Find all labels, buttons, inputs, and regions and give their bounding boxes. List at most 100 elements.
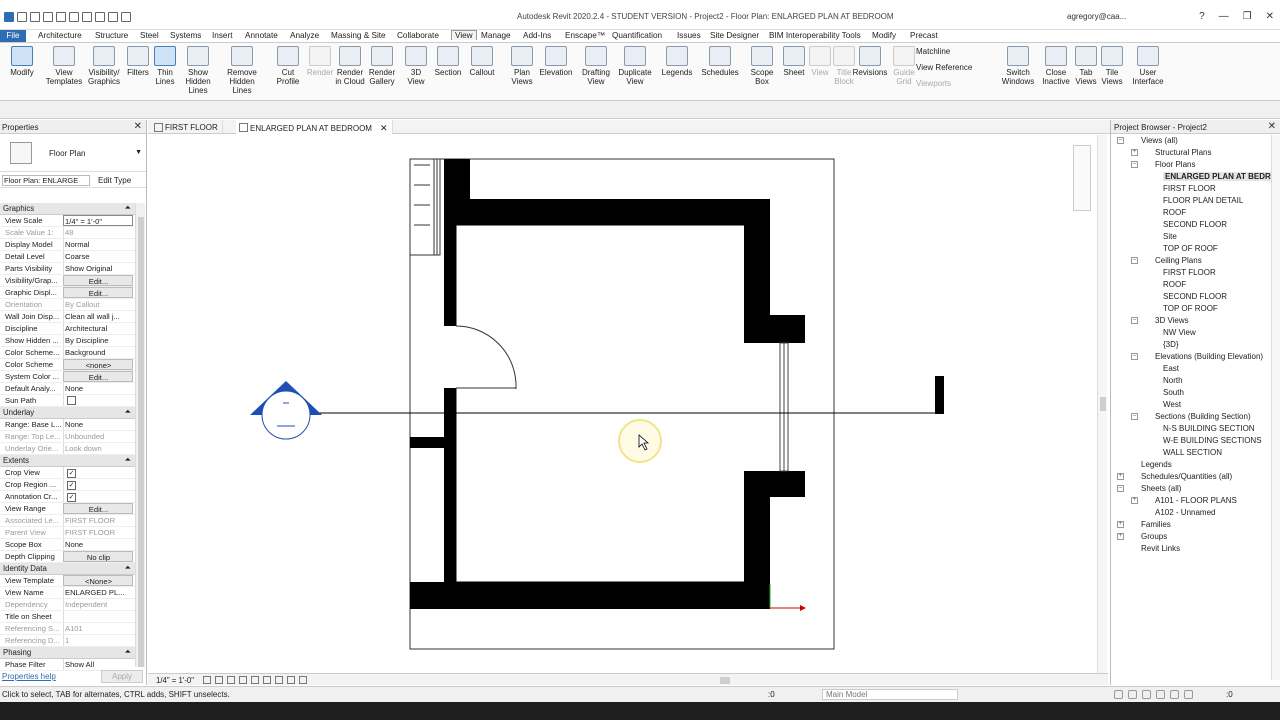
select-by-face-icon[interactable] xyxy=(1156,690,1165,699)
3d-view-icon[interactable] xyxy=(108,12,118,22)
redo-icon[interactable] xyxy=(56,12,66,22)
tab-issues[interactable]: Issues xyxy=(677,31,701,40)
view-scale[interactable]: 1/4" = 1'-0" xyxy=(156,676,194,685)
duplicate-view-button[interactable]: Duplicate View xyxy=(615,46,655,86)
property-edit-button[interactable]: <none> xyxy=(63,359,133,370)
browser-item[interactable]: + Groups xyxy=(1111,531,1271,543)
group-underlay[interactable]: Underlay ⏶ xyxy=(0,407,135,419)
property-value[interactable]: Normal xyxy=(63,239,133,250)
browser-item[interactable]: – Views (all) xyxy=(1111,135,1271,147)
browser-item[interactable]: WALL SECTION xyxy=(1111,447,1271,459)
remove-hidden-lines-button[interactable]: Remove Hidden Lines xyxy=(222,46,262,95)
browser-item[interactable]: ROOF xyxy=(1111,207,1271,219)
tab-bim-interoperability-tools[interactable]: BIM Interoperability Tools xyxy=(769,31,861,40)
drafting-view-button[interactable]: Drafting View xyxy=(576,46,616,86)
temporary-hide-icon[interactable] xyxy=(287,676,295,684)
tab-view[interactable]: View xyxy=(451,30,477,40)
selection-filter-icons[interactable] xyxy=(1114,690,1193,699)
browser-item[interactable]: Legends xyxy=(1111,459,1271,471)
expand-icon[interactable]: + xyxy=(1131,149,1138,156)
browser-scrollbar[interactable] xyxy=(1271,135,1280,680)
browser-item[interactable]: North xyxy=(1111,375,1271,387)
property-value[interactable]: None xyxy=(63,539,133,550)
browser-item[interactable]: W-E BUILDING SECTIONS xyxy=(1111,435,1271,447)
show-hidden-lines-button[interactable]: Show Hidden Lines xyxy=(178,46,218,95)
browser-item[interactable]: FLOOR PLAN DETAIL xyxy=(1111,195,1271,207)
property-value[interactable]: Architectural xyxy=(63,323,133,334)
callout-button[interactable]: Callout xyxy=(462,46,502,77)
tab-add-ins[interactable]: Add-Ins xyxy=(523,31,551,40)
drag-elements-icon[interactable] xyxy=(1170,690,1179,699)
crop-view-icon[interactable] xyxy=(251,676,259,684)
tab-modify[interactable]: Modify xyxy=(872,31,896,40)
browser-item[interactable]: SECOND FLOOR xyxy=(1111,291,1271,303)
browser-item[interactable]: + Families xyxy=(1111,519,1271,531)
browser-item[interactable]: A102 - Unnamed xyxy=(1111,507,1271,519)
view-control-icons[interactable] xyxy=(203,676,307,684)
property-value[interactable]: None xyxy=(63,383,133,394)
tab-systems[interactable]: Systems xyxy=(170,31,201,40)
collapse-icon[interactable]: ⏶ xyxy=(125,203,131,213)
schedules-button[interactable]: Schedules xyxy=(700,46,740,77)
tab-enlarged-plan[interactable]: ENLARGED PLAN AT BEDROOM ✕ xyxy=(236,120,393,134)
expand-icon[interactable]: + xyxy=(1117,521,1124,528)
instance-selector[interactable]: Floor Plan: ENLARGE xyxy=(2,175,90,186)
shadows-icon[interactable] xyxy=(239,676,247,684)
collapse-icon[interactable]: ⏶ xyxy=(125,407,131,417)
expand-icon[interactable]: + xyxy=(1117,533,1124,540)
expand-icon[interactable]: + xyxy=(1131,497,1138,504)
property-checkbox[interactable] xyxy=(63,479,133,490)
property-checkbox[interactable] xyxy=(63,395,133,406)
collapse-icon[interactable]: – xyxy=(1131,353,1138,360)
quick-access-toolbar[interactable] xyxy=(4,12,131,26)
collapse-icon[interactable]: – xyxy=(1117,485,1124,492)
browser-item[interactable]: Revit Links xyxy=(1111,543,1271,555)
group-extents[interactable]: Extents ⏶ xyxy=(0,455,135,467)
expand-icon[interactable]: + xyxy=(1117,473,1124,480)
browser-item[interactable]: NW View xyxy=(1111,327,1271,339)
maximize-icon[interactable]: ❐ xyxy=(1243,11,1252,22)
select-underlay-icon[interactable] xyxy=(1128,690,1137,699)
browser-item[interactable]: N-S BUILDING SECTION xyxy=(1111,423,1271,435)
browser-item[interactable]: –3D Views xyxy=(1111,315,1271,327)
browser-item[interactable]: – Floor Plans xyxy=(1111,159,1271,171)
revit-logo-icon[interactable] xyxy=(4,12,14,22)
group-identity-data[interactable]: Identity Data ⏶ xyxy=(0,563,135,575)
tab-first-floor[interactable]: FIRST FLOOR xyxy=(151,120,223,134)
legends-button[interactable]: Legends xyxy=(657,46,697,77)
browser-item[interactable]: ROOF xyxy=(1111,279,1271,291)
group-graphics[interactable]: Graphics ⏶ xyxy=(0,203,135,215)
close-icon[interactable]: ✕ xyxy=(380,123,388,133)
tab-annotate[interactable]: Annotate xyxy=(245,31,278,40)
user-interface-button[interactable]: User Interface xyxy=(1128,46,1168,86)
select-pinned-icon[interactable] xyxy=(1142,690,1151,699)
browser-item[interactable]: Site xyxy=(1111,231,1271,243)
tab-collaborate[interactable]: Collaborate xyxy=(397,31,439,40)
switch-windows-button[interactable]: Switch Windows xyxy=(998,46,1038,86)
browser-item[interactable]: West xyxy=(1111,399,1271,411)
save-icon[interactable] xyxy=(30,12,40,22)
browser-item[interactable]: TOP OF ROOF xyxy=(1111,243,1271,255)
property-edit-button[interactable]: Edit... xyxy=(63,503,133,514)
browser-item[interactable]: South xyxy=(1111,387,1271,399)
matchline-button[interactable]: Matchline xyxy=(916,47,950,56)
close-icon[interactable]: ✕ xyxy=(1266,11,1274,22)
detail-level-icon[interactable] xyxy=(203,676,211,684)
lock-icon[interactable] xyxy=(275,676,283,684)
collapse-icon[interactable]: ⏶ xyxy=(125,563,131,573)
close-icon[interactable]: ✕ xyxy=(134,121,142,132)
tab-analyze[interactable]: Analyze xyxy=(290,31,319,40)
navigation-bar[interactable] xyxy=(1073,145,1091,211)
tab-site-designer[interactable]: Site Designer xyxy=(710,31,759,40)
browser-item[interactable]: – Elevations (Building Elevation) xyxy=(1111,351,1271,363)
print-icon[interactable] xyxy=(69,12,79,22)
collapse-icon[interactable]: – xyxy=(1131,257,1138,264)
browser-item[interactable]: – Ceiling Plans xyxy=(1111,255,1271,267)
property-value[interactable]: None xyxy=(63,419,133,430)
help-icon[interactable]: ? xyxy=(1199,11,1205,22)
sun-path-icon[interactable] xyxy=(227,676,235,684)
close-icon[interactable]: ✕ xyxy=(1268,121,1276,132)
canvas-vertical-scrollbar[interactable] xyxy=(1097,135,1107,673)
tab-manage[interactable]: Manage xyxy=(481,31,511,40)
undo-icon[interactable] xyxy=(43,12,53,22)
